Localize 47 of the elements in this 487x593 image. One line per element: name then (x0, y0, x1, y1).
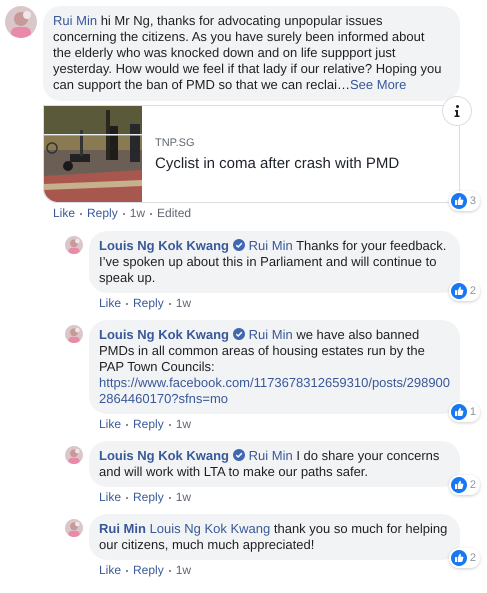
comment-text: Rui Min hi Mr Ng, thanks for advocating unpopular issues concerning the citizens. As you have surely been informed about the elderly who was knocked down and on life suppport just yesterday. How would we feel if that lady if our relative? Hoping you can support the ban of PMD so that we can reclai…See More (53, 13, 442, 93)
author-link[interactable]: Louis Ng Kok Kwang (99, 448, 229, 463)
reply-link[interactable]: Reply (133, 417, 164, 432)
avatar-icon[interactable] (65, 519, 83, 537)
author-link[interactable]: Rui Min (53, 13, 98, 28)
avatar-icon[interactable] (5, 6, 37, 38)
reply-link[interactable]: Reply (87, 206, 118, 221)
timestamp[interactable]: 1w (176, 296, 192, 311)
author-link[interactable]: Louis Ng Kok Kwang (99, 327, 229, 342)
url-link[interactable]: https://www.facebook.com/1173678312659310/posts/2989002864460170?sfns=mo (99, 375, 450, 407)
source-label: TNP.SG (155, 136, 196, 148)
like-link[interactable]: Like (53, 206, 76, 221)
timestamp[interactable]: 1w (130, 206, 146, 221)
comment-text: Rui Min Louis Ng Kok Kwang thank you so much for helping our citizens, much much appreciated! (99, 521, 448, 553)
author-link[interactable]: Louis Ng Kok Kwang (99, 238, 229, 253)
like-link[interactable]: Like (99, 296, 122, 311)
comment-text: Louis Ng Kok Kwang Rui Min I do share your concerns and will work with LTA to make our paths safer. (99, 448, 440, 480)
info-icon (454, 105, 460, 117)
thumbs-up-icon (450, 404, 467, 420)
timestamp[interactable]: 1w (176, 563, 192, 578)
article-title: Cyclist in coma after crash with PMD (155, 154, 400, 172)
timestamp[interactable]: 1w (176, 417, 192, 432)
like-link[interactable]: Like (99, 490, 122, 505)
timestamp[interactable]: 1w (176, 490, 192, 505)
avatar-icon[interactable] (65, 236, 83, 254)
author-link[interactable]: Rui Min (99, 521, 146, 536)
mention-link[interactable]: Rui Min (248, 327, 293, 342)
thumbs-up-icon (450, 477, 467, 493)
reply-link[interactable]: Reply (133, 563, 164, 578)
comment-text: Louis Ng Kok Kwang Rui Min Thanks for your feedback. I’ve spoken up about this in Parliament and will continue to speak up. (99, 238, 448, 286)
mention-link[interactable]: Louis Ng Kok Kwang (150, 521, 270, 536)
avatar-icon[interactable] (65, 446, 83, 464)
see-more-link[interactable]: See More (350, 77, 406, 92)
reply-link[interactable]: Reply (133, 490, 164, 505)
thumbs-up-icon (450, 193, 467, 209)
reply-link[interactable]: Reply (133, 296, 164, 311)
avatar-icon[interactable] (65, 325, 83, 343)
mention-link[interactable]: Rui Min (248, 448, 293, 463)
thumbs-up-icon (450, 550, 467, 566)
edited-label: Edited (157, 206, 192, 221)
like-link[interactable]: Like (99, 417, 122, 432)
mention-link[interactable]: Rui Min (248, 238, 293, 253)
thumbs-up-icon (450, 283, 467, 299)
info-button[interactable] (442, 96, 472, 126)
link-preview-card[interactable]: TNP.SG Cyclist in coma after crash with PMD (43, 105, 460, 203)
like-link[interactable]: Like (99, 563, 122, 578)
comment-text: Louis Ng Kok Kwang Rui Min we have also banned PMDs in all common areas of housing estates run by the PAP Town Councils: https://www.facebook.com/1173678312659310/posts/2989002864460170?sfns=mo (99, 327, 450, 407)
